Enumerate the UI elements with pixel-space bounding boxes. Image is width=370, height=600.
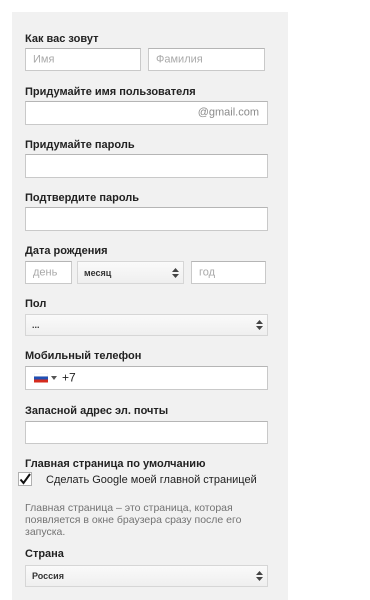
birthday-label: Дата рождения [25,245,108,257]
last-name-input[interactable]: Фамилия [148,48,265,71]
username-input[interactable]: @gmail.com [25,101,268,125]
gender-label: Пол [25,298,47,310]
gender-select[interactable]: ... [25,314,268,336]
last-name-placeholder: Фамилия [156,53,203,65]
birth-day-placeholder: день [33,266,58,278]
birth-day-input[interactable]: день [25,261,72,284]
first-name-placeholder: Имя [33,53,55,65]
birth-month-value: месяц [84,267,112,278]
homepage-checkbox[interactable] [18,472,32,486]
homepage-hint: Главная страница – это страница, которая… [25,502,242,538]
country-value: Россия [32,571,64,581]
updown-arrows-icon [256,320,263,330]
phone-value: +7 [62,370,76,385]
first-name-input[interactable]: Имя [25,48,141,71]
country-select[interactable]: Россия [25,565,268,587]
confirm-password-input[interactable] [25,207,268,231]
russia-flag-icon[interactable] [34,373,48,383]
chevron-down-icon[interactable] [51,376,57,380]
updown-arrows-icon [172,267,179,278]
password-label: Придумайте пароль [25,139,135,151]
gender-value: ... [32,320,40,330]
phone-label: Мобильный телефон [25,350,142,362]
birth-month-select[interactable]: месяц [77,261,184,284]
homepage-checkbox-label[interactable]: Сделать Google моей главной страницей [46,474,257,486]
homepage-label: Главная страница по умолчанию [25,458,206,470]
backup-email-input[interactable] [25,421,268,444]
country-label: Страна [25,548,64,560]
birth-year-placeholder: год [199,266,216,278]
backup-email-label: Запасной адрес эл. почты [25,405,169,417]
username-label: Придумайте имя пользователя [25,86,196,98]
phone-input[interactable]: +7 [25,366,268,390]
gmail-suffix: @gmail.com [197,106,259,119]
updown-arrows-icon [256,571,263,581]
confirm-password-label: Подтвердите пароль [25,192,140,204]
password-input[interactable] [25,154,268,178]
birth-year-input[interactable]: год [191,261,266,284]
name-label: Как вас зовут [25,33,99,45]
